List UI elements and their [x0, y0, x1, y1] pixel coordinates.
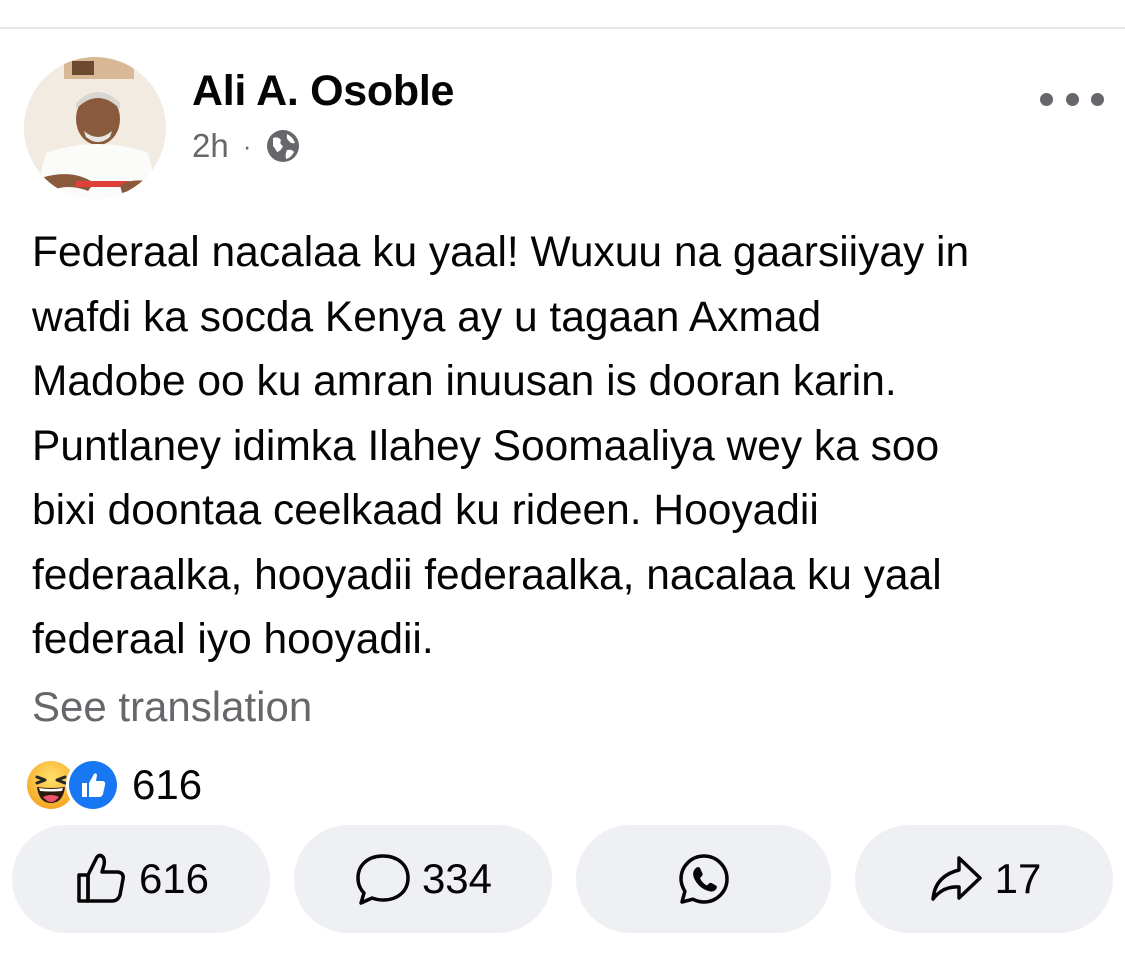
whatsapp-icon [676, 851, 732, 907]
share-button[interactable]: 17 [855, 825, 1113, 933]
see-translation-link[interactable]: See translation [32, 683, 312, 731]
meta-separator: · [242, 130, 252, 161]
share-count: 17 [994, 855, 1042, 902]
post-text-line: federaal iyo hooyadii. [32, 616, 434, 663]
reactions-summary[interactable]: 616 [24, 758, 203, 812]
avatar-photo [24, 57, 166, 199]
post-text: Federaal nacalaa ku yaal! Wuxuu na gaars… [32, 221, 1102, 673]
like-button[interactable]: 616 [12, 825, 270, 933]
post-text-line: Madobe oo ku amran inuusan is dooran kar… [32, 358, 897, 405]
post-text-line: wafdi ka socda Kenya ay u tagaan Axmad [32, 293, 822, 341]
more-options-icon[interactable] [1040, 79, 1104, 119]
more-dot [1040, 92, 1053, 106]
post-text-line: Puntlaney idimka Ilahey Soomaaliya wey k… [32, 422, 940, 470]
avatar[interactable] [24, 57, 166, 199]
like-count: 616 [138, 855, 210, 902]
post-text-line: Federaal nacalaa ku yaal! Wuxuu na gaars… [32, 229, 970, 276]
post-time[interactable]: 2h [192, 127, 229, 165]
reaction-count: 616 [132, 761, 203, 808]
comment-bubble-icon [354, 850, 412, 908]
post-text-line: bixi doontaa ceelkaad ku rideen. Hooyadi… [32, 487, 819, 534]
share-arrow-icon [927, 850, 985, 908]
like-reaction-icon [66, 758, 120, 812]
thumbs-up-icon [73, 851, 129, 907]
whatsapp-share-button[interactable] [576, 825, 831, 933]
more-dot [1065, 92, 1079, 106]
more-dot [1091, 92, 1104, 106]
comment-button[interactable]: 334 [294, 825, 552, 933]
post-text-line: federaalka, hooyadii federaalka, nacalaa… [32, 551, 942, 599]
post-card: Ali A. Osoble 2h · Federaal nacalaa ku y… [0, 29, 1125, 958]
post-meta: 2h · [192, 126, 301, 166]
author-name[interactable]: Ali A. Osoble [192, 67, 454, 116]
globe-icon [265, 128, 301, 164]
comment-count: 334 [421, 855, 493, 902]
